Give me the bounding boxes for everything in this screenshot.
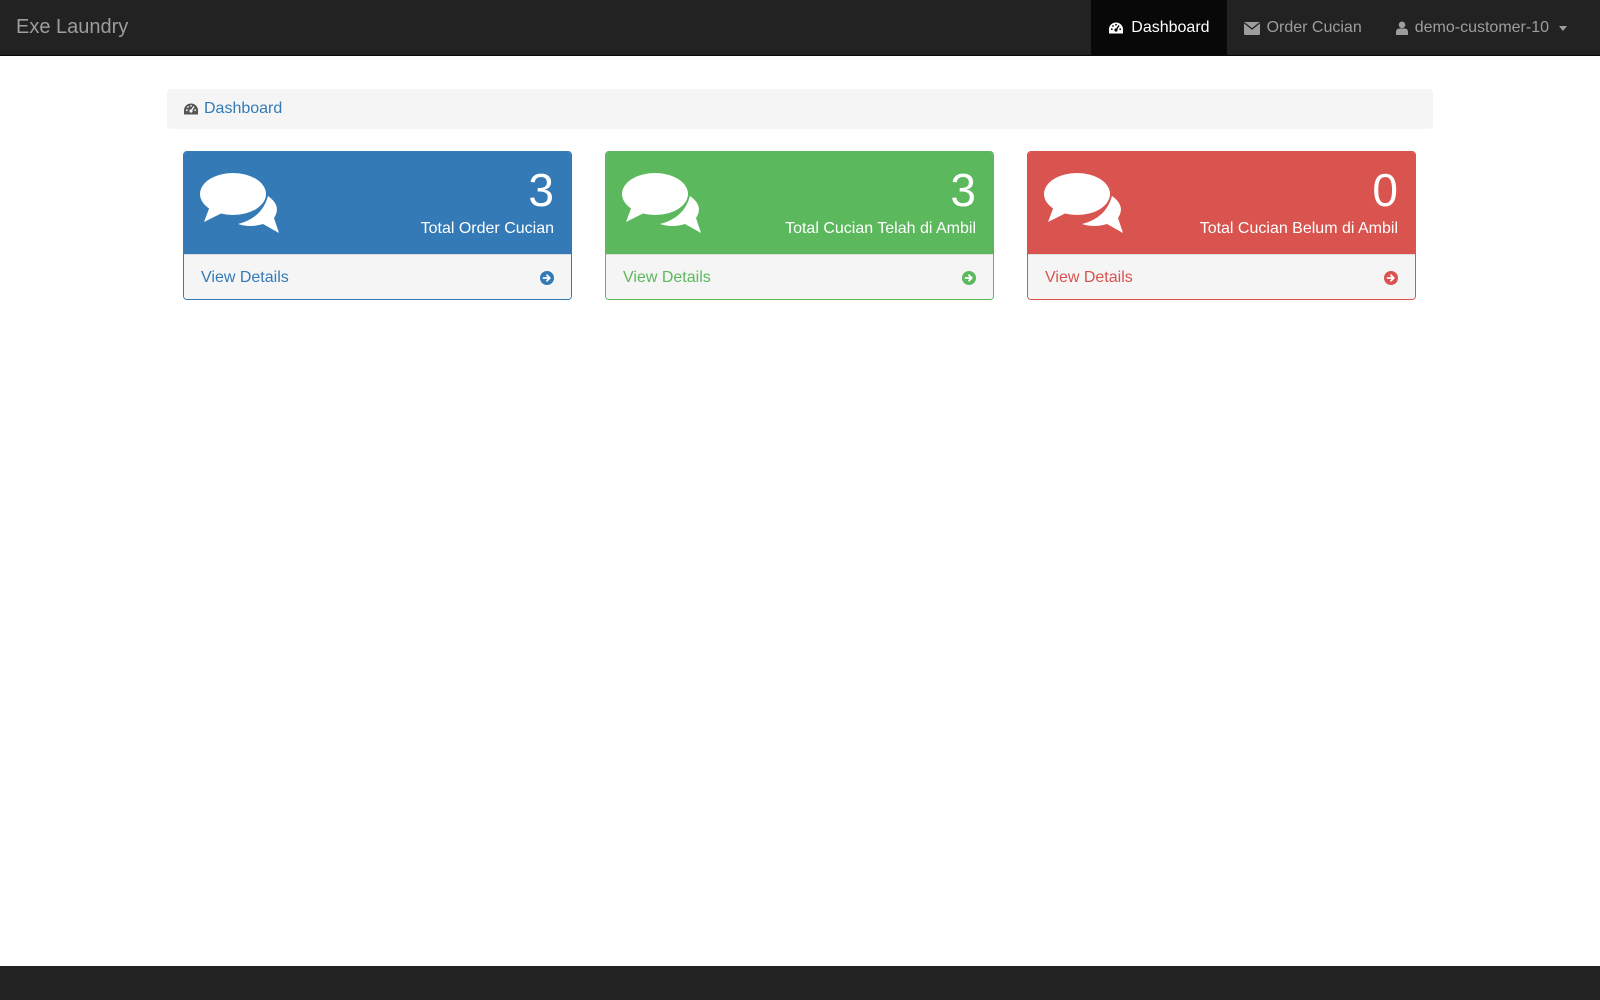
nav-item-label: demo-customer-10: [1414, 19, 1549, 36]
panel-total-order-cucian: 3 Total Order Cucian View Details: [183, 151, 572, 300]
panel-heading: 3 Total Cucian Telah di Ambil: [606, 152, 993, 254]
panel-label: Total Cucian Telah di Ambil: [785, 220, 976, 237]
view-details-label: View Details: [201, 269, 289, 286]
arrow-circle-right-icon: [962, 271, 976, 285]
dashboard-icon: [1109, 22, 1124, 34]
view-details-link[interactable]: View Details: [606, 254, 993, 299]
view-details-link[interactable]: View Details: [1028, 254, 1415, 299]
comments-icon: [622, 173, 701, 233]
nav-item-label: Order Cucian: [1266, 19, 1362, 36]
panel-count: 0: [1372, 164, 1398, 216]
panel-count: 3: [950, 164, 976, 216]
top-navbar: Exe Laundry Dashboard Order Cucian demo-…: [0, 0, 1600, 56]
navbar-menu: Dashboard Order Cucian demo-customer-10: [1091, 0, 1584, 56]
panel-total-cucian-telah-diambil: 3 Total Cucian Telah di Ambil View Detai…: [605, 151, 994, 300]
caret-down-icon: [1559, 25, 1567, 31]
nav-item-label: Dashboard: [1131, 19, 1210, 36]
breadcrumb: Dashboard: [167, 89, 1433, 129]
arrow-circle-right-icon: [1384, 271, 1398, 285]
nav-item-order-cucian[interactable]: Order Cucian: [1227, 0, 1379, 56]
user-icon: [1395, 21, 1408, 35]
view-details-link[interactable]: View Details: [184, 254, 571, 299]
footer-bar: [0, 966, 1600, 1000]
breadcrumb-dashboard-link[interactable]: Dashboard: [204, 100, 282, 118]
panel-label: Total Cucian Belum di Ambil: [1199, 220, 1398, 237]
panel-heading: 3 Total Order Cucian: [184, 152, 571, 254]
panel-label: Total Order Cucian: [420, 220, 554, 237]
nav-item-dashboard[interactable]: Dashboard: [1091, 0, 1227, 56]
panel-count: 3: [528, 164, 554, 216]
panel-total-cucian-belum-diambil: 0 Total Cucian Belum di Ambil View Detai…: [1027, 151, 1416, 300]
view-details-label: View Details: [623, 269, 711, 286]
nav-item-user-dropdown[interactable]: demo-customer-10: [1379, 0, 1584, 56]
comments-icon: [200, 173, 279, 233]
panel-heading: 0 Total Cucian Belum di Ambil: [1028, 152, 1415, 254]
arrow-circle-right-icon: [540, 271, 554, 285]
envelope-icon: [1243, 21, 1260, 35]
brand-link[interactable]: Exe Laundry: [16, 0, 128, 56]
dashboard-icon: [184, 103, 198, 115]
view-details-label: View Details: [1045, 269, 1133, 286]
comments-icon: [1044, 173, 1123, 233]
